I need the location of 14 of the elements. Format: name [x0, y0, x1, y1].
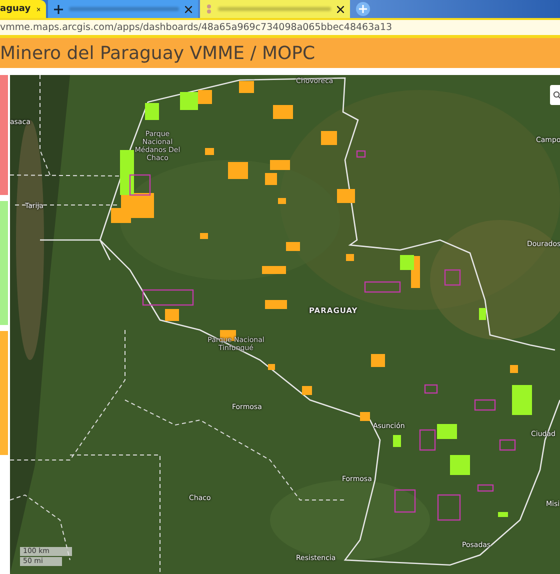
close-icon[interactable]	[185, 6, 192, 12]
concession-outline[interactable]	[129, 174, 151, 196]
plus-icon	[54, 4, 63, 14]
search-button[interactable]	[550, 85, 560, 105]
search-icon	[553, 91, 560, 99]
new-tab-button[interactable]	[356, 2, 370, 16]
browser-tab[interactable]: aguay	[0, 0, 46, 18]
concession-area[interactable]	[120, 150, 134, 195]
close-icon[interactable]	[337, 6, 344, 12]
tab-favicon-icon	[206, 4, 212, 14]
close-icon[interactable]	[36, 6, 40, 12]
concession-outline[interactable]	[142, 289, 194, 306]
address-bar[interactable]: vmme.maps.arcgis.com/apps/dashboards/48a65a969c734098a065bbec48463a13	[0, 18, 560, 38]
dashboard-title: Minero del Paraguay VMME / MOPC	[0, 42, 316, 64]
